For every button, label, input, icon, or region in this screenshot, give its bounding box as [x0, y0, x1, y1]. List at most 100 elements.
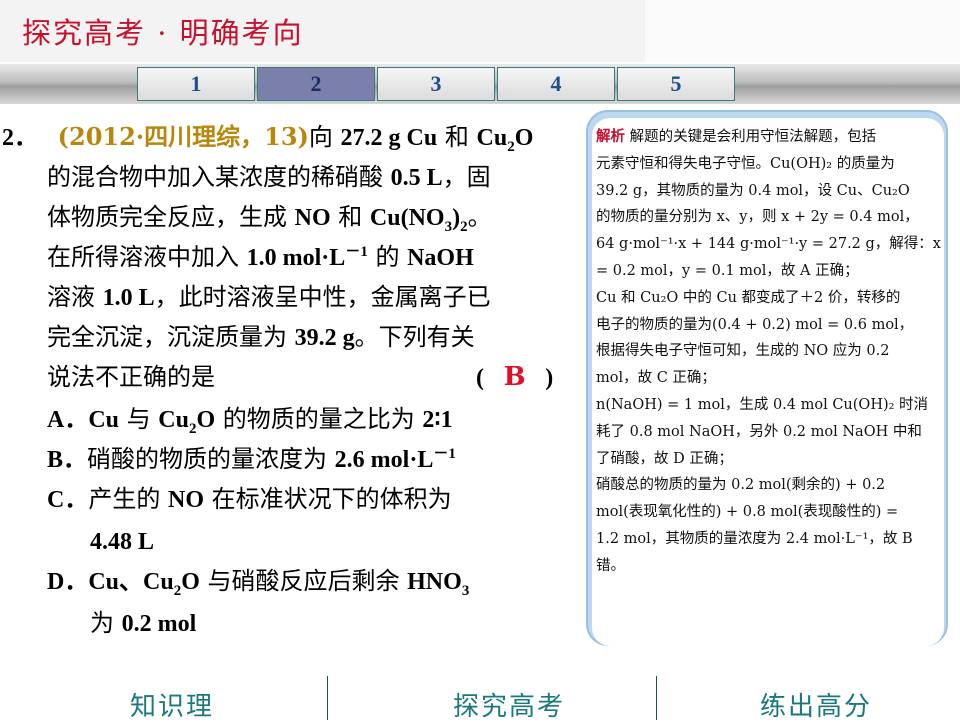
text: 27.2 g Cu [340, 125, 438, 151]
text: B． [47, 447, 88, 473]
text: O [514, 125, 534, 151]
explanation-line: 元素守恒和得失电子守恒。Cu(OH)₂ 的质量为 [596, 155, 895, 172]
text: 产生的 [88, 485, 168, 513]
header-background-right [645, 0, 960, 62]
text: 在标准状况下的体积为 [203, 485, 452, 513]
question-line-4: 在所得溶液中加入 1.0 mol·L－1 的 NaOH [47, 238, 474, 277]
explanation-label: 解析 [596, 128, 625, 145]
text: －1 [345, 244, 368, 260]
footer-divider [656, 676, 657, 720]
text: 在所得溶液中加入 [47, 243, 247, 271]
text: 。下列有关 [354, 323, 475, 351]
question-number: 2． [2, 125, 38, 151]
tab-3[interactable]: 3 [377, 67, 495, 101]
explanation-line: 硝酸总的物质的量为 0.2 mol(剩余的) + 0.2 [596, 477, 886, 494]
text: 为 [90, 609, 122, 637]
question-line-2: 的混合物中加入某浓度的稀硝酸 0.5 L，固 [47, 158, 491, 197]
text: 2 [460, 218, 468, 235]
text: O [196, 407, 216, 433]
text: C． [47, 487, 89, 513]
text: 4.48 L [90, 529, 155, 555]
explanation-line: = 0.2 mol，y = 0.1 mol，故 A 正确； [596, 262, 859, 279]
explanation-line: 错。 [596, 557, 625, 574]
explanation-line: 了硝酸，故 D 正确； [596, 450, 733, 467]
explanation-line: n(NaOH) = 1 mol，生成 0.4 mol Cu(OH)₂ 时消 [596, 396, 929, 413]
text: 2 [507, 138, 515, 155]
question-tabs: 1 2 3 4 5 [137, 67, 737, 103]
text: Cu [158, 407, 189, 433]
question-line-3: 体物质完全反应，生成 NO 和 Cu(NO3)2。 [47, 198, 492, 237]
explanation-line: 64 g·mol⁻¹·x + 144 g·mol⁻¹·y = 27.2 g，解得… [596, 236, 941, 253]
explanation-line: 耗了 0.8 mol NaOH，另外 0.2 mol NaOH 中和 [596, 423, 922, 440]
text: Cu(NO [369, 205, 445, 231]
text: NaOH [407, 245, 474, 271]
text: 。 [467, 203, 492, 231]
text: 向 [308, 123, 341, 151]
question-line-6: 完全沉淀，沉淀质量为 39.2 g。下列有关 [47, 318, 475, 357]
text: 硝酸的物质的量浓度为 [87, 445, 335, 473]
question-source: (2012·四川理综，13) [57, 122, 309, 151]
answer-bracket: ( B ) [476, 358, 553, 397]
text: Cu [476, 125, 508, 151]
text: HNO [407, 569, 462, 595]
text: A． [47, 407, 89, 433]
text: 39.2 g [294, 325, 355, 351]
text: 1.0 mol·L [246, 245, 346, 271]
text: NO [167, 487, 204, 513]
option-d-continued: 为 0.2 mol [90, 604, 196, 643]
text: －1 [433, 446, 456, 462]
text: 和 [437, 123, 477, 151]
answer-value: B [503, 362, 526, 392]
tab-5[interactable]: 5 [617, 67, 735, 101]
text: 和 [330, 203, 370, 231]
text: 2.6 mol·L [334, 447, 434, 473]
explanation-line: 解析 解题的关键是会利用守恒法解题，包括 [596, 124, 942, 151]
option-b: B．硝酸的物质的量浓度为 2.6 mol·L－1 [47, 440, 456, 479]
text: D． [47, 569, 89, 595]
explanation-line: 的物质的量分别为 x、y，则 x + 2y = 0.4 mol， [596, 209, 919, 226]
text: Cu、Cu [88, 569, 174, 595]
question-line-5: 溶液 1.0 L，此时溶液呈中性，金属离子已 [47, 278, 491, 317]
option-a: A．Cu 与 Cu2O 的物质的量之比为 2∶1 [47, 400, 453, 439]
text: Cu [88, 407, 120, 433]
text: ( [476, 365, 484, 391]
question-line-1: 2． (2012·四川理综，13)向 27.2 g Cu 和 Cu2O [2, 118, 533, 157]
text: 2∶1 [422, 407, 453, 433]
text: NO [294, 205, 331, 231]
text: 0.5 L [390, 165, 443, 191]
text: ，固 [442, 163, 491, 191]
text: 0.2 mol [121, 611, 197, 637]
footer-divider [327, 676, 328, 720]
option-c-continued: 4.48 L [90, 522, 154, 561]
text: 说法不正确的是 [47, 363, 215, 391]
text: 完全沉淀，沉淀质量为 [47, 323, 295, 351]
footer-link-knowledge[interactable]: 知识理 [130, 686, 214, 723]
text: 的 [367, 243, 408, 271]
text: 的混合物中加入某浓度的稀硝酸 [47, 163, 391, 191]
text: 体物质完全反应，生成 [47, 203, 295, 231]
footer-nav: 知识理 探究高考 练出高分 [0, 676, 960, 723]
text: O [181, 569, 200, 595]
question-line-7: 说法不正确的是 [47, 358, 215, 396]
tab-4[interactable]: 4 [497, 67, 615, 101]
tab-2[interactable]: 2 [257, 67, 375, 101]
text: ，此时溶液呈中性，金属离子已 [154, 283, 491, 311]
explanation-line: mol(表现氧化性的) + 0.8 mol(表现酸性的) = [596, 504, 899, 521]
explanation-line: 1.2 mol，其物质的量浓度为 2.4 mol·L⁻¹，故 B [596, 530, 913, 547]
explanation-line: 根据得失电子守恒可知，生成的 NO 应为 0.2 [596, 343, 890, 360]
explanation-line: Cu 和 Cu₂O 中的 Cu 都变成了＋2 价，转移的 [596, 289, 901, 306]
text: 与硝酸反应后剩余 [199, 567, 408, 595]
tab-1[interactable]: 1 [137, 67, 255, 101]
footer-link-explore-exam[interactable]: 探究高考 [453, 686, 565, 723]
footer-link-practice[interactable]: 练出高分 [760, 686, 872, 723]
explanation-text: 解析 解题的关键是会利用守恒法解题，包括 元素守恒和得失电子守恒。Cu(OH)₂… [596, 124, 942, 580]
text: 溶液 [47, 283, 103, 311]
explanation-line: 电子的物质的量为(0.4 + 0.2) mol = 0.6 mol， [596, 316, 914, 333]
text: ) [545, 365, 554, 391]
text: 3 [444, 218, 453, 235]
option-d: D．Cu、Cu2O 与硝酸反应后剩余 HNO3 [47, 562, 469, 601]
text: 1.0 L [102, 285, 155, 311]
text: 的物质的量之比为 [215, 405, 423, 433]
explanation-line: 39.2 g，其物质的量为 0.4 mol，设 Cu、Cu₂O [596, 182, 910, 199]
text: 3 [461, 582, 470, 599]
